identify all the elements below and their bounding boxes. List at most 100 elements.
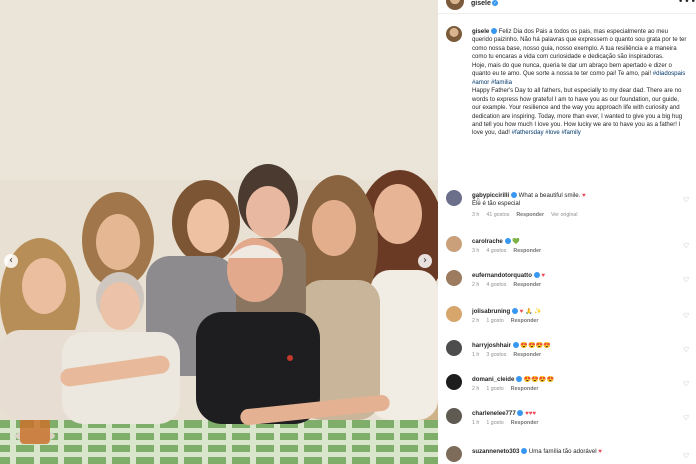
chevron-right-icon[interactable]: › (418, 254, 432, 268)
comment-item: gabypiccirilli What a beautiful smile. ♥… (438, 190, 696, 222)
comment-time: 3 h (472, 212, 480, 218)
caption-username[interactable]: gisele (472, 28, 489, 35)
verified-badge-icon: ✓ (492, 0, 498, 6)
comment-meta: 1 h 3 gostos Responder (472, 352, 548, 358)
comment-emoji: ♥ 🙏 ✨ (519, 308, 542, 315)
comment-emoji: ♥♥♥ (525, 410, 536, 417)
post-header: gisele ✓ ••• (438, 0, 696, 14)
comment-likes[interactable]: 4 gostos (486, 282, 506, 288)
comment-text-line: eufernandotorquatto ♥ (472, 272, 672, 280)
avatar[interactable] (446, 26, 462, 42)
more-horizontal-icon[interactable]: ••• (678, 0, 696, 7)
comment-text-line: charlenelee777 ♥♥♥ (472, 410, 672, 418)
avatar[interactable] (446, 190, 462, 206)
verified-badge-icon (490, 28, 497, 34)
comment-likes[interactable]: 1 gosto (486, 420, 503, 426)
avatar[interactable] (446, 340, 462, 356)
comment-likes[interactable]: 41 gostos (486, 212, 509, 218)
caption-en-hashtags[interactable]: #fathersday #love #family (512, 129, 581, 136)
reply-button[interactable]: Responder (511, 420, 539, 426)
heart-outline-icon[interactable]: ♡ (683, 452, 689, 460)
comment-body-line2: Ele é tão especial (472, 200, 521, 207)
comment-item: jolisabruning ♥ 🙏 ✨ 2 h 1 gosto Responder ♡ (438, 306, 696, 338)
comment-likes[interactable]: 3 gostos (486, 352, 506, 358)
heart-outline-icon[interactable]: ♡ (683, 346, 689, 354)
comment-time: 1 h (472, 420, 480, 426)
comment-meta: 1 h 1 gosto Responder (472, 420, 545, 426)
comment-item: domani_cleide 😍😍😍😍 2 h 1 gosto Responder ♡ (438, 374, 696, 406)
avatar[interactable] (446, 236, 462, 252)
comment-meta: 2 h 4 gostos Responder (472, 282, 548, 288)
heart-outline-icon[interactable]: ♡ (683, 312, 689, 320)
avatar[interactable] (446, 270, 462, 286)
see-original-button[interactable]: Ver original (551, 212, 578, 218)
comment-meta: 3 h 4 gostos Responder (472, 248, 548, 254)
comment-emoji: ♥ (541, 272, 545, 279)
comment-time: 2 h (472, 282, 480, 288)
comment-item: harryjoshhair 😍😍😍😍 1 h 3 gostos Responder ♡ (438, 340, 696, 372)
family-photo-illustration (0, 0, 438, 464)
reply-button[interactable]: Responder (511, 386, 539, 392)
reply-button[interactable]: Responder (513, 282, 541, 288)
post-username[interactable]: gisele (471, 0, 491, 7)
comment-meta: 2 h 1 gosto Responder (472, 386, 545, 392)
comment-item: carolrache 💚 3 h 4 gostos Responder ♡ (438, 236, 696, 268)
comment-username[interactable]: jolisabruning (472, 308, 510, 315)
comment-item: charlenelee777 ♥♥♥ 1 h 1 gosto Responder ♡ (438, 408, 696, 440)
reply-button[interactable]: Responder (513, 248, 541, 254)
verified-badge-icon (533, 272, 540, 278)
comment-username[interactable]: carolrache (472, 238, 503, 245)
avatar[interactable] (446, 408, 462, 424)
comment-meta: 3 h 41 gostos Responder Ver original (472, 212, 585, 218)
chevron-left-icon[interactable]: ‹ (4, 254, 18, 268)
heart-outline-icon[interactable]: ♡ (683, 414, 689, 422)
verified-badge-icon (512, 342, 519, 348)
comment-body: What a beautiful smile. (518, 192, 581, 199)
comment-item: suzanneneto303 Uma família tão adorável … (438, 446, 696, 464)
heart-outline-icon[interactable]: ♡ (683, 196, 689, 204)
verified-badge-icon (504, 238, 511, 244)
verified-badge-icon (511, 308, 518, 314)
verified-badge-icon (521, 448, 528, 454)
comment-likes[interactable]: 1 gosto (486, 318, 503, 324)
comment-username[interactable]: charlenelee777 (472, 410, 516, 417)
comment-text-line: carolrache 💚 (472, 238, 672, 246)
comment-username[interactable]: eufernandotorquatto (472, 272, 532, 279)
comment-text-line: domani_cleide 😍😍😍😍 (472, 376, 672, 384)
caption-text: gisele Feliz Dia dos Pais a todos os pai… (472, 28, 688, 138)
post-side-panel: gisele ✓ ••• gisele Feliz Dia dos Pais a… (438, 0, 696, 464)
comment-text-line: harryjoshhair 😍😍😍😍 (472, 342, 672, 350)
comment-username[interactable]: domani_cleide (472, 376, 514, 383)
comment-likes[interactable]: 1 gosto (486, 386, 503, 392)
post-photo: ‹ › (0, 0, 438, 464)
comment-emoji: 😍😍😍😍 (520, 342, 551, 349)
comment-meta: 2 h 1 gosto Responder (472, 318, 545, 324)
comment-item: eufernandotorquatto ♥ 2 h 4 gostos Responde… (438, 270, 696, 302)
reply-button[interactable]: Responder (516, 212, 544, 218)
avatar[interactable] (446, 306, 462, 322)
comment-likes[interactable]: 4 gostos (486, 248, 506, 254)
comment-time: 3 h (472, 248, 480, 254)
comment-username[interactable]: harryjoshhair (472, 342, 511, 349)
comment-text-line: gabypiccirilli What a beautiful smile. ♥ (472, 192, 672, 200)
comment-time: 2 h (472, 318, 480, 324)
heart-outline-icon[interactable]: ♡ (683, 242, 689, 250)
heart-outline-icon[interactable]: ♡ (683, 380, 689, 388)
avatar[interactable] (446, 446, 462, 462)
comment-text-line: jolisabruning ♥ 🙏 ✨ (472, 308, 672, 316)
comment-username[interactable]: gabypiccirilli (472, 192, 509, 199)
verified-badge-icon (516, 376, 523, 382)
avatar[interactable] (446, 0, 464, 10)
avatar[interactable] (446, 374, 462, 390)
reply-button[interactable]: Responder (511, 318, 539, 324)
reply-button[interactable]: Responder (513, 352, 541, 358)
comment-username[interactable]: suzanneneto303 (472, 448, 519, 455)
comment-time: 2 h (472, 386, 480, 392)
comment-emoji: ♥ (582, 192, 586, 199)
comment-time: 1 h (472, 352, 480, 358)
comment-text-line: suzanneneto303 Uma família tão adorável … (472, 448, 672, 456)
heart-outline-icon[interactable]: ♡ (683, 276, 689, 284)
comment-emoji: 💚 (512, 238, 520, 245)
comment-emoji: 😍😍😍😍 (523, 376, 555, 383)
comment-emoji: ♥ (598, 448, 602, 455)
